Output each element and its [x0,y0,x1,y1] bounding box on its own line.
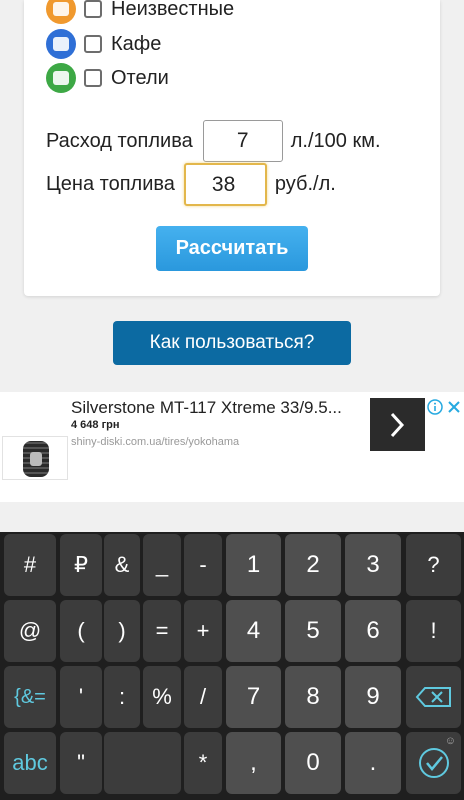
key-plus[interactable]: + [184,600,222,662]
key-slash[interactable]: / [184,666,222,728]
key-equals[interactable]: = [143,600,181,662]
ad-banner[interactable]: Silverstone MT-117 Xtreme 33/9.5... 4 64… [0,392,464,502]
key-underscore[interactable]: _ [143,534,181,596]
key-period[interactable]: . [345,732,401,794]
poi-row-unknown[interactable]: Неизвестные [46,0,234,24]
key-symbols[interactable]: {&= [4,666,56,728]
numeric-keyboard: # ₽ & _ - 1 2 3 ? @ ( ) = + 4 5 6 ! {&= … [0,532,464,800]
fuel-consumption-row: Расход топлива л./100 км. [46,120,381,162]
fuel-price-row: Цена топлива руб./л. [46,163,336,206]
ad-title[interactable]: Silverstone MT-117 Xtreme 33/9.5... [71,398,342,418]
key-colon[interactable]: : [104,666,140,728]
key-exclamation[interactable]: ! [406,600,461,662]
key-quote[interactable]: " [60,732,102,794]
ad-next-button[interactable] [370,398,425,451]
poi-row-hotels[interactable]: Отели [46,63,169,93]
key-ampersand[interactable]: & [104,534,140,596]
key-at[interactable]: @ [4,600,56,662]
key-1[interactable]: 1 [226,534,281,596]
emoji-hint-icon: ☺ [444,735,456,747]
close-icon[interactable] [446,399,462,415]
key-4[interactable]: 4 [226,600,281,662]
key-5[interactable]: 5 [285,600,341,662]
poi-checkbox-unknown[interactable] [84,0,102,18]
poi-label-cafe: Кафе [111,32,162,55]
fuel-price-input[interactable] [183,163,267,206]
key-9[interactable]: 9 [345,666,401,728]
key-ruble[interactable]: ₽ [60,534,102,596]
fuel-consumption-unit: л./100 км. [290,129,381,152]
poi-checkbox-hotels[interactable] [84,69,102,87]
poi-label-hotels: Отели [111,66,169,89]
key-apostrophe[interactable]: ' [60,666,102,728]
key-2[interactable]: 2 [285,534,341,596]
poi-checkbox-cafe[interactable] [84,35,102,53]
key-space[interactable] [104,732,181,794]
poi-label-unknown: Неизвестные [111,0,235,20]
ad-price: 4 648 грн [71,419,120,431]
key-asterisk[interactable]: * [184,732,222,794]
key-paren-close[interactable]: ) [104,600,140,662]
fuel-price-unit: руб./л. [274,173,336,195]
tire-image[interactable] [2,436,68,480]
how-to-use-button[interactable]: Как пользоваться? [113,321,351,365]
hotel-icon [46,63,76,93]
key-3[interactable]: 3 [345,534,401,596]
unknown-poi-icon [46,0,76,24]
key-6[interactable]: 6 [345,600,401,662]
key-minus[interactable]: - [184,534,222,596]
chevron-right-icon [390,412,405,438]
cafe-icon [46,29,76,59]
key-0[interactable]: 0 [285,732,341,794]
key-7[interactable]: 7 [226,666,281,728]
backspace-icon [415,687,451,707]
key-done[interactable]: ☺ [406,732,461,794]
checkmark-icon [418,748,449,778]
key-question[interactable]: ? [406,534,461,596]
info-icon[interactable] [427,399,443,415]
key-backspace[interactable] [406,666,461,728]
key-comma[interactable]: , [226,732,281,794]
fuel-price-label: Цена топлива [46,173,175,195]
key-paren-open[interactable]: ( [60,600,102,662]
key-percent[interactable]: % [143,666,181,728]
ad-url[interactable]: shiny-diski.com.ua/tires/yokohama [71,436,239,448]
key-8[interactable]: 8 [285,666,341,728]
fuel-consumption-label: Расход топлива [46,129,193,152]
calculate-button[interactable]: Рассчитать [156,226,308,271]
fuel-consumption-input[interactable] [202,120,283,162]
key-abc[interactable]: abc [4,732,56,794]
poi-row-cafe[interactable]: Кафе [46,29,161,59]
key-hash[interactable]: # [4,534,56,596]
